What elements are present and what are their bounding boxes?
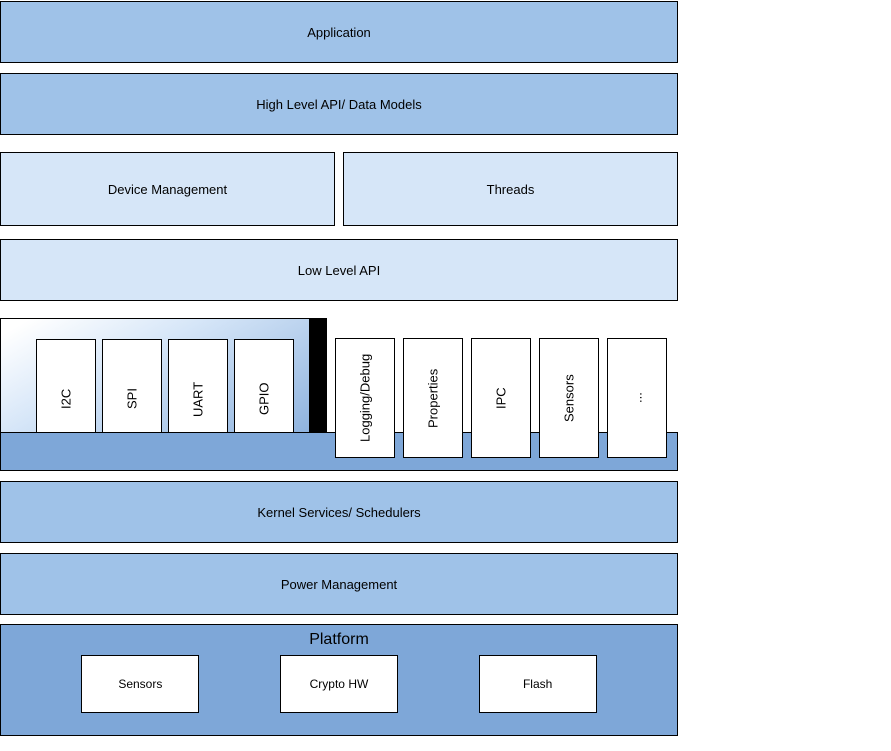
layer-low-level-api: Low Level API <box>0 239 678 301</box>
service-properties-label: Properties <box>426 368 441 427</box>
platform-sensors-label: Sensors <box>118 677 162 691</box>
layer-threads: Threads <box>343 152 678 226</box>
layer-application-label: Application <box>307 25 371 40</box>
service-logging: Logging/Debug <box>335 338 395 458</box>
architecture-diagram: Application High Level API/ Data Models … <box>0 0 891 751</box>
layer-high-level-api-label: High Level API/ Data Models <box>256 97 421 112</box>
layer-high-level-api: High Level API/ Data Models <box>0 73 678 135</box>
service-more-label: ... <box>630 393 645 404</box>
service-sensors-label: Sensors <box>562 374 577 422</box>
services-group: Logging/Debug Properties IPC Sensors ... <box>335 338 667 458</box>
platform-flash: Flash <box>479 655 597 713</box>
layer-platform: Platform Sensors Crypto HW Flash <box>0 624 678 736</box>
service-properties: Properties <box>403 338 463 458</box>
service-ipc: IPC <box>471 338 531 458</box>
layer-power: Power Management <box>0 553 678 615</box>
driver-i2c-label: I2C <box>59 389 74 409</box>
service-ipc-label: IPC <box>494 387 509 409</box>
driver-spi-label: SPI <box>125 389 140 410</box>
platform-crypto-label: Crypto HW <box>310 677 369 691</box>
layer-power-label: Power Management <box>281 577 397 592</box>
driver-uart-label: UART <box>191 381 206 416</box>
platform-crypto: Crypto HW <box>280 655 398 713</box>
layer-kernel: Kernel Services/ Schedulers <box>0 481 678 543</box>
divider-dark <box>309 318 327 432</box>
layer-low-level-api-label: Low Level API <box>298 263 380 278</box>
layer-platform-label: Platform <box>1 631 677 649</box>
layer-threads-label: Threads <box>487 182 535 197</box>
layer-application: Application <box>0 1 678 63</box>
service-logging-label: Logging/Debug <box>358 354 373 442</box>
service-more: ... <box>607 338 667 458</box>
service-sensors: Sensors <box>539 338 599 458</box>
layer-kernel-label: Kernel Services/ Schedulers <box>257 505 420 520</box>
platform-flash-label: Flash <box>523 677 552 691</box>
layer-device-management-label: Device Management <box>108 182 227 197</box>
platform-sensors: Sensors <box>81 655 199 713</box>
driver-gpio-label: GPIO <box>257 383 272 416</box>
layer-device-management: Device Management <box>0 152 335 226</box>
